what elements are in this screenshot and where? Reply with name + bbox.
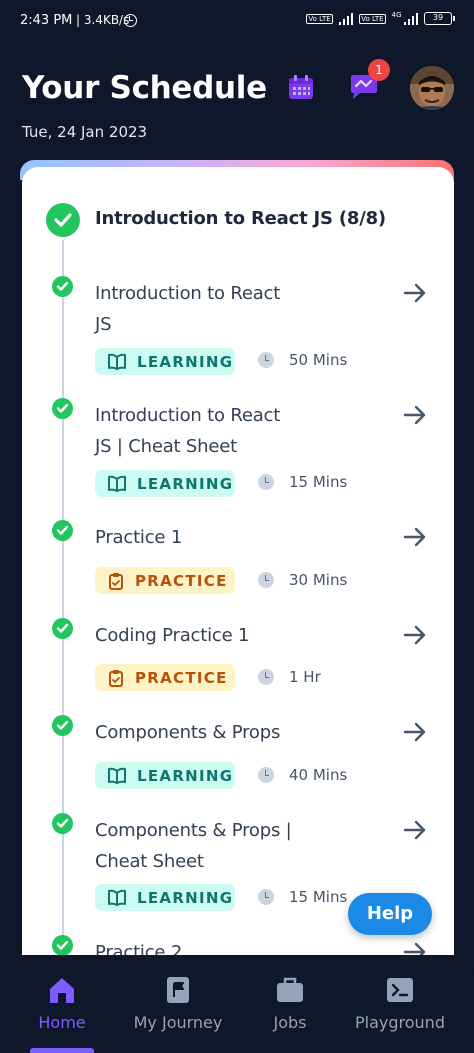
avatar[interactable]: [410, 66, 454, 110]
clipboard-icon: [109, 669, 123, 687]
item-title: Components & Props: [95, 722, 281, 743]
nav-label: My Journey: [133, 1013, 223, 1032]
status-time: 2:43 PM: [20, 13, 73, 28]
arrow-right-icon[interactable]: [402, 622, 428, 653]
book-icon: [108, 767, 126, 784]
arrow-right-icon[interactable]: [402, 524, 428, 555]
active-tab-indicator: [30, 1048, 94, 1053]
clipboard-icon: [109, 572, 123, 590]
tag-label: PRACTICE: [135, 668, 228, 687]
nav-label: Home: [38, 1013, 86, 1032]
signal-icon: [403, 12, 418, 25]
terminal-icon: [385, 975, 415, 1005]
learning-tag: LEARNING: [95, 884, 235, 911]
arrow-right-icon[interactable]: [402, 719, 428, 750]
learning-tag: LEARNING: [95, 348, 235, 375]
header: Your Schedule Tue, 24 Jan 2023 1: [0, 40, 474, 165]
item-title: Introduction to React JS | Cheat Sheet: [95, 405, 281, 457]
nav-label: Playground: [355, 1013, 445, 1032]
notification-badge: 1: [368, 59, 390, 81]
complete-check-icon: [52, 618, 73, 639]
battery-icon: 39: [424, 12, 455, 25]
schedule-date: Tue, 24 Jan 2023: [22, 123, 148, 141]
complete-check-icon: [52, 520, 73, 541]
complete-check-icon: [52, 813, 73, 834]
course-complete-check-icon: [46, 203, 80, 237]
nav-my-journey[interactable]: My Journey: [128, 975, 228, 1032]
tag-label: LEARNING: [137, 888, 234, 907]
complete-check-icon: [52, 398, 73, 419]
book-icon: [108, 889, 126, 906]
complete-check-icon: [52, 935, 73, 956]
learning-tag: LEARNING: [95, 762, 235, 789]
arrow-right-icon[interactable]: [402, 280, 428, 311]
complete-check-icon: [52, 276, 73, 297]
clock-icon: [258, 352, 274, 368]
item-title: Practice 1: [95, 527, 183, 548]
complete-check-icon: [52, 715, 73, 736]
item-duration: 40 Mins: [289, 766, 348, 784]
item-duration: 15 Mins: [289, 473, 348, 491]
nav-label: Jobs: [273, 1013, 307, 1032]
network-speed: | 3.4KB/s: [76, 13, 130, 27]
book-icon: [108, 353, 126, 370]
clock-icon: [258, 889, 274, 905]
volte-badge: Vo LTE: [306, 13, 333, 24]
arrow-right-icon[interactable]: [402, 402, 428, 433]
arrow-right-icon[interactable]: [402, 817, 428, 848]
home-icon: [47, 975, 77, 1005]
nav-playground[interactable]: Playground: [354, 975, 446, 1032]
alarm-icon: [124, 14, 137, 27]
status-bar: 2:43 PM | 3.4KB/s Vo LTE Vo LTE 4G 39: [0, 0, 474, 40]
tag-label: PRACTICE: [135, 571, 228, 590]
tag-label: LEARNING: [137, 766, 234, 785]
item-duration: 30 Mins: [289, 571, 348, 589]
clock-icon: [258, 474, 274, 490]
course-title: Introduction to React JS (8/8): [95, 208, 386, 229]
practice-tag: PRACTICE: [95, 567, 235, 594]
clock-icon: [258, 669, 274, 685]
help-button[interactable]: Help: [348, 893, 432, 935]
bottom-nav: Home My Journey Jobs Playground: [0, 955, 474, 1053]
page-title: Your Schedule: [22, 70, 267, 106]
item-title: Coding Practice 1: [95, 625, 250, 646]
item-duration: 1 Hr: [289, 668, 321, 686]
nav-jobs[interactable]: Jobs: [260, 975, 320, 1032]
item-title: Introduction to React JS: [95, 283, 281, 335]
item-duration: 15 Mins: [289, 888, 348, 906]
briefcase-icon: [275, 975, 305, 1005]
timeline-line: [62, 240, 64, 960]
status-indicators: Vo LTE Vo LTE 4G 39: [306, 10, 455, 25]
book-icon: [108, 475, 126, 492]
item-duration: 50 Mins: [289, 351, 348, 369]
signal-icon: [338, 12, 354, 25]
calendar-icon[interactable]: [288, 75, 314, 106]
learning-tag: LEARNING: [95, 470, 235, 497]
item-title: Components & Props | Cheat Sheet: [95, 820, 292, 872]
tag-label: LEARNING: [137, 352, 234, 371]
flag-icon: [163, 975, 193, 1005]
volte-badge: Vo LTE: [359, 13, 386, 24]
tag-label: LEARNING: [137, 474, 234, 493]
clock-icon: [258, 572, 274, 588]
clock-icon: [258, 767, 274, 783]
practice-tag: PRACTICE: [95, 664, 235, 691]
network-type: 4G: [391, 10, 402, 19]
nav-home[interactable]: Home: [30, 975, 94, 1032]
